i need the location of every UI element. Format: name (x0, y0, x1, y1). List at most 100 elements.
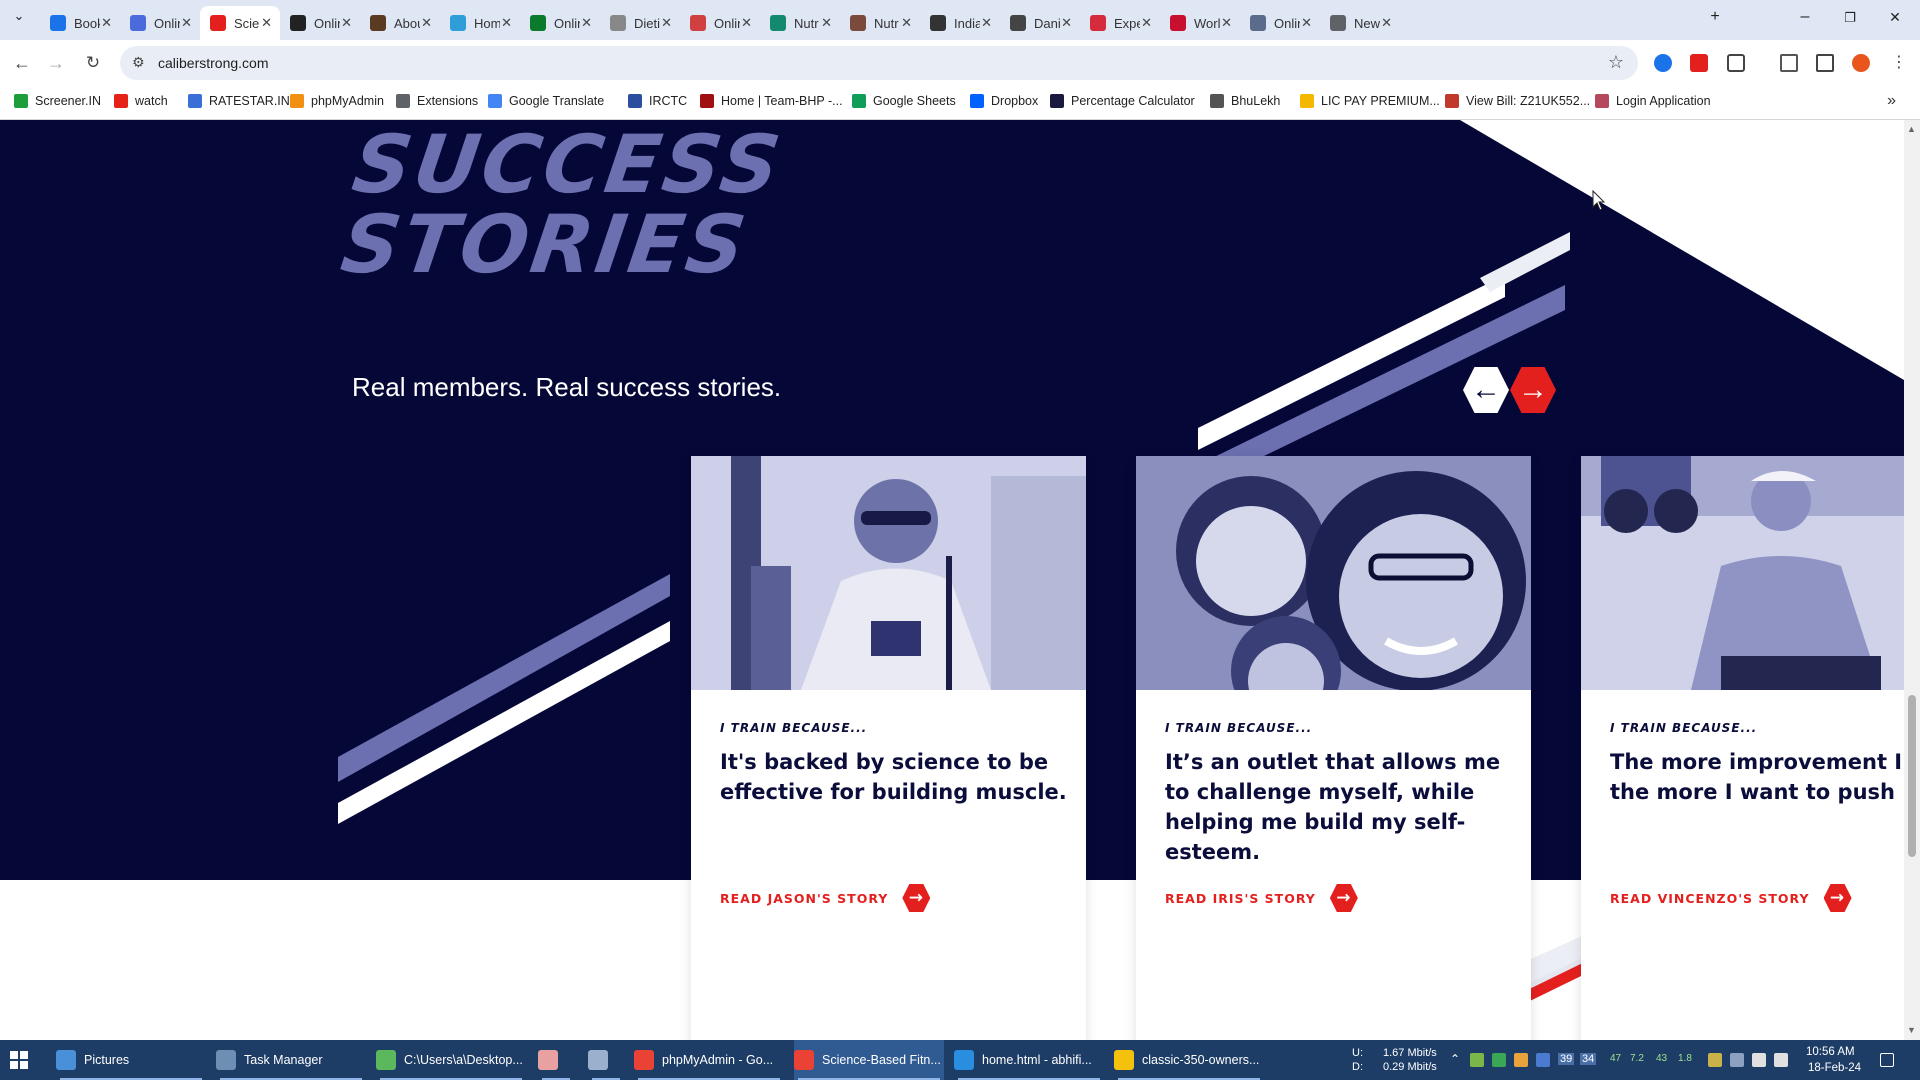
bookmark-label[interactable]: IRCTC (649, 94, 687, 108)
cta-label[interactable]: READ JASON'S STORY (720, 891, 888, 906)
tab-close-icon[interactable]: ✕ (1141, 15, 1152, 31)
bookmark-label[interactable]: View Bill: Z21UK552... (1466, 94, 1590, 108)
taskbar-item[interactable]: Pictures (56, 1040, 206, 1080)
tab-close-icon[interactable]: ✕ (1381, 15, 1392, 31)
taskbar-item-label[interactable]: classic-350-owners... (1142, 1053, 1259, 1067)
close-window-button[interactable]: ✕ (1880, 9, 1910, 26)
read-story-link-jason[interactable]: READ JASON'S STORY → (720, 884, 931, 912)
tab-close-icon[interactable]: ✕ (1061, 15, 1072, 31)
tab-title[interactable]: Scien (234, 16, 260, 31)
taskbar-item[interactable]: phpMyAdmin - Go... (634, 1040, 784, 1080)
cta-arrow-icon[interactable]: → (1329, 884, 1358, 912)
cta-label[interactable]: READ IRIS'S STORY (1165, 891, 1316, 906)
tab-close-icon[interactable]: ✕ (741, 15, 752, 31)
read-story-link-iris[interactable]: READ IRIS'S STORY → (1165, 884, 1358, 912)
tab-close-icon[interactable]: ✕ (261, 15, 272, 31)
tab-search-chevron-icon[interactable]: ⌄ (4, 8, 34, 24)
tab-close-icon[interactable]: ✕ (581, 15, 592, 31)
taskbar-item-label[interactable]: Pictures (84, 1053, 129, 1067)
taskbar-item[interactable] (538, 1040, 574, 1080)
tray-app-icon[interactable] (1470, 1053, 1484, 1067)
bookmark-item[interactable]: Google Translate (488, 94, 604, 108)
browser-tab[interactable]: Dani ✕ (1000, 6, 1080, 40)
windows-start-button[interactable] (10, 1040, 38, 1080)
bookmark-item[interactable]: View Bill: Z21UK552... (1445, 94, 1590, 108)
scrollbar-thumb[interactable] (1908, 695, 1916, 857)
browser-menu-icon[interactable]: ⋮ (1886, 50, 1912, 76)
bookmark-item[interactable]: Home | Team-BHP -... (700, 94, 843, 108)
taskbar-item[interactable]: C:\Users\a\Desktop... (376, 1040, 526, 1080)
bookmark-star-icon[interactable]: ☆ (1608, 52, 1624, 73)
taskbar-item-label[interactable]: C:\Users\a\Desktop... (404, 1053, 523, 1067)
browser-tab[interactable]: Scien✕ (200, 6, 280, 40)
tab-title[interactable]: Onlin (154, 16, 180, 31)
bookmark-item[interactable]: Extensions (396, 94, 478, 108)
browser-tab[interactable]: Onlin✕ (680, 6, 760, 40)
tab-title[interactable]: Onlin (314, 16, 340, 31)
browser-tab[interactable]: Hom ✕ (440, 6, 520, 40)
tab-title[interactable]: India (954, 16, 980, 31)
bookmark-label[interactable]: LIC PAY PREMIUM... (1321, 94, 1440, 108)
bookmark-item[interactable]: Dropbox (970, 94, 1038, 108)
back-button[interactable]: ← (9, 50, 35, 76)
forward-button[interactable]: → (43, 50, 69, 76)
browser-tab[interactable]: Onlin✕ (1240, 6, 1320, 40)
tab-close-icon[interactable]: ✕ (181, 15, 192, 31)
cta-label[interactable]: READ VINCENZO'S STORY (1610, 891, 1810, 906)
address-bar[interactable]: ⚙ caliberstrong.com ☆ (120, 46, 1638, 80)
bookmark-item[interactable]: BhuLekh (1210, 94, 1280, 108)
tab-close-icon[interactable]: ✕ (901, 15, 912, 31)
read-story-link-vincenzo[interactable]: READ VINCENZO'S STORY → (1610, 884, 1852, 912)
taskbar-item[interactable]: home.html - abhifi... (954, 1040, 1104, 1080)
tab-title[interactable]: Abou (394, 16, 420, 31)
bookmark-label[interactable]: Screener.IN (35, 94, 101, 108)
network-icon[interactable] (1752, 1053, 1766, 1067)
tab-title[interactable]: Dani (1034, 16, 1060, 31)
cta-arrow-icon[interactable]: → (1823, 884, 1852, 912)
bookmark-label[interactable]: Login Application (1616, 94, 1711, 108)
browser-tab[interactable]: India ✕ (920, 6, 1000, 40)
bookmark-label[interactable]: watch (135, 94, 168, 108)
new-tab-button[interactable]: + (1700, 8, 1730, 26)
tab-close-icon[interactable]: ✕ (101, 15, 112, 31)
bookmark-label[interactable]: Google Translate (509, 94, 604, 108)
tab-close-icon[interactable]: ✕ (661, 15, 672, 31)
bookmark-label[interactable]: Percentage Calculator (1071, 94, 1195, 108)
page-scrollbar[interactable]: ▲ ▼ (1904, 120, 1920, 1040)
bookmark-label[interactable]: Extensions (417, 94, 478, 108)
bookmark-item[interactable]: RATESTAR.IN (188, 94, 290, 108)
tab-title[interactable]: Nutr (874, 16, 900, 31)
browser-tab[interactable]: Onlin✕ (120, 6, 200, 40)
bookmark-item[interactable]: watch (114, 94, 168, 108)
taskbar-item-label[interactable]: home.html - abhifi... (982, 1053, 1092, 1067)
tab-title[interactable]: Onlin (554, 16, 580, 31)
bookmark-item[interactable]: phpMyAdmin (290, 94, 384, 108)
site-info-icon[interactable]: ⚙ (132, 54, 145, 71)
reload-button[interactable]: ↻ (80, 50, 106, 76)
browser-tab[interactable]: Nutr ✕ (760, 6, 840, 40)
browser-tab[interactable]: Book✕ (40, 6, 120, 40)
bookmark-label[interactable]: Home | Team-BHP -... (721, 94, 843, 108)
taskbar-item[interactable]: classic-350-owners... (1114, 1040, 1264, 1080)
taskbar-item-label[interactable]: Task Manager (244, 1053, 323, 1067)
minimize-button[interactable]: – (1790, 8, 1820, 26)
tab-close-icon[interactable]: ✕ (341, 15, 352, 31)
notifications-icon[interactable] (1880, 1053, 1894, 1067)
browser-tab[interactable]: Onlin✕ (520, 6, 600, 40)
bookmark-item[interactable]: Percentage Calculator (1050, 94, 1195, 108)
scroll-up-arrow-icon[interactable]: ▲ (1907, 124, 1916, 134)
taskbar-item-label[interactable]: Science-Based Fitn... (822, 1053, 941, 1067)
tray-search-icon[interactable] (1514, 1053, 1528, 1067)
tray-keyboard-icon[interactable] (1730, 1053, 1744, 1067)
bookmark-label[interactable]: phpMyAdmin (311, 94, 384, 108)
bookmark-label[interactable]: BhuLekh (1231, 94, 1280, 108)
bookmark-label[interactable]: Google Sheets (873, 94, 956, 108)
tab-title[interactable]: Hom (474, 16, 500, 31)
tray-app-icon[interactable] (1708, 1053, 1722, 1067)
tab-close-icon[interactable]: ✕ (821, 15, 832, 31)
tab-close-icon[interactable]: ✕ (1301, 15, 1312, 31)
clock-date[interactable]: 18-Feb-24 (1808, 1062, 1861, 1074)
bookmark-label[interactable]: Dropbox (991, 94, 1038, 108)
tab-close-icon[interactable]: ✕ (501, 15, 512, 31)
tab-title[interactable]: Onlin (714, 16, 740, 31)
